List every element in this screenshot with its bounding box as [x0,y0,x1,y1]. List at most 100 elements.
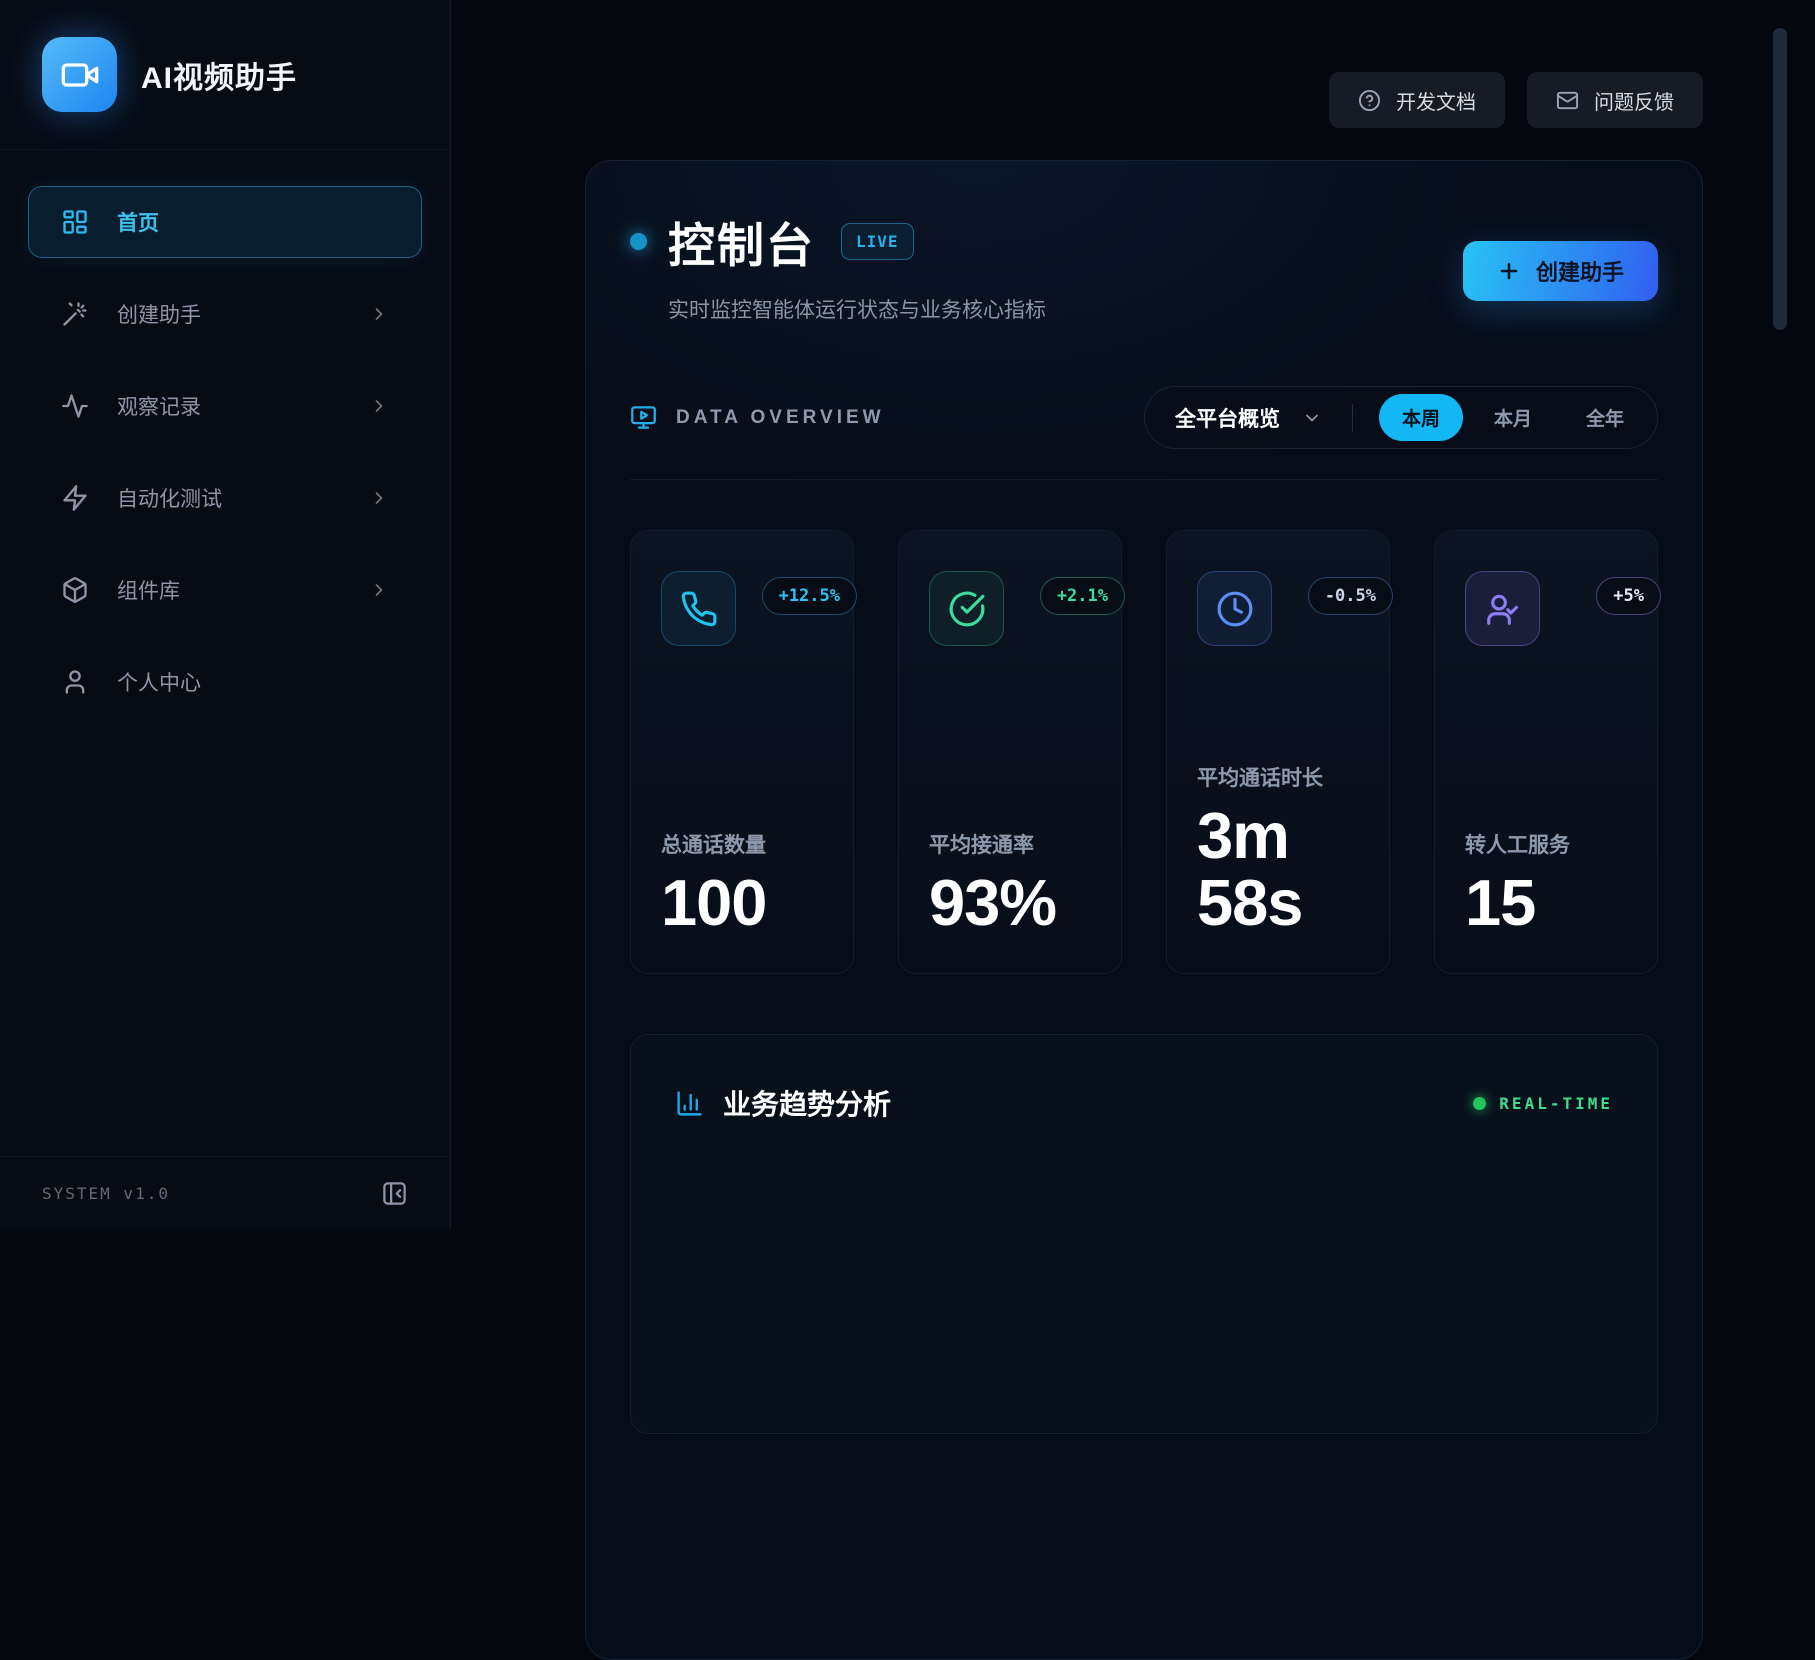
stat-label: 转人工服务 [1465,829,1627,859]
plus-icon [1497,259,1521,283]
user-check-icon-tile [1465,571,1540,646]
dev-docs-label: 开发文档 [1396,86,1476,115]
main-area: 开发文档 问题反馈 控制台 LIVE 实时监控智能体运行状态与业务核心指标 [451,0,1815,1229]
sidebar-item-personal-center[interactable]: 个人中心 [28,646,422,718]
stat-label: 平均接通率 [929,829,1091,859]
clock-icon [1216,590,1254,628]
live-badge: LIVE [841,223,914,260]
stat-label: 平均通话时长 [1197,762,1359,792]
data-overview-heading: DATA OVERVIEW [630,404,885,431]
stat-value: 100 [661,869,823,937]
create-assistant-button[interactable]: 创建助手 [1463,241,1658,301]
sidebar-item-label: 创建助手 [117,299,341,329]
sidebar-item-observation-log[interactable]: 观察记录 [28,370,422,442]
dev-docs-button[interactable]: 开发文档 [1329,72,1505,128]
sidebar-nav: 首页 创建助手 观察记录 自动化测试 组件库 [0,150,450,1156]
stat-card-human-transfer: +5% 转人工服务 15 [1434,530,1658,974]
platform-dropdown-value: 全平台概览 [1175,403,1280,433]
trend-title-group: 业务趋势分析 [675,1083,891,1123]
stat-card-bottom: 平均接通率 93% [929,829,1091,937]
stat-delta-badge: +12.5% [762,577,857,615]
chevron-right-icon [369,396,389,416]
stat-cards-row: +12.5% 总通话数量 100 +2.1% 平均接通率 93% [630,530,1658,974]
sidebar-item-label: 个人中心 [117,667,389,697]
data-overview-row: DATA OVERVIEW 全平台概览 本周 本月 全年 [630,386,1658,480]
realtime-badge: REAL-TIME [1473,1094,1613,1113]
activity-pulse-icon [61,392,89,420]
panel-collapse-icon [381,1180,408,1207]
data-overview-label: DATA OVERVIEW [676,407,885,429]
sidebar-item-create-assistant[interactable]: 创建助手 [28,278,422,350]
console-panel: 控制台 LIVE 实时监控智能体运行状态与业务核心指标 创建助手 DATA OV… [585,160,1703,1660]
sidebar-item-label: 观察记录 [117,391,341,421]
stat-card-bottom: 转人工服务 15 [1465,829,1627,937]
chevron-right-icon [369,488,389,508]
app-title: AI视频助手 [141,53,297,97]
realtime-label: REAL-TIME [1499,1094,1613,1113]
overview-controls: 全平台概览 本周 本月 全年 [1144,386,1658,449]
chevron-right-icon [369,580,389,600]
sidebar-item-component-library[interactable]: 组件库 [28,554,422,626]
sidebar-item-automation-test[interactable]: 自动化测试 [28,462,422,534]
sidebar-item-label: 自动化测试 [117,483,341,513]
feedback-label: 问题反馈 [1594,86,1674,115]
top-toolbar: 开发文档 问题反馈 [1329,72,1703,128]
sidebar: AI视频助手 首页 创建助手 观察记录 自动化测试 [0,0,451,1229]
sidebar-item-label: 首页 [117,207,389,237]
help-circle-icon [1358,89,1381,112]
sidebar-item-label: 组件库 [117,575,341,605]
page-title: 控制台 [668,207,815,276]
mail-icon [1556,89,1579,112]
realtime-status-dot [1473,1097,1486,1110]
check-circle-icon [948,590,986,628]
app-logo [42,37,117,112]
magic-wand-icon [61,300,89,328]
console-header-left: 控制台 LIVE 实时监控智能体运行状态与业务核心指标 [630,207,1046,324]
chevron-down-icon [1302,408,1322,428]
platform-dropdown[interactable]: 全平台概览 [1175,403,1322,433]
stat-label: 总通话数量 [661,829,823,859]
stat-value: 15 [1465,869,1627,937]
sidebar-footer: SYSTEM v1.0 [0,1156,450,1229]
dashboard-grid-icon [61,208,89,236]
stat-delta-badge: +2.1% [1040,577,1125,615]
tab-this-month[interactable]: 本月 [1471,394,1555,441]
app-root: AI视频助手 首页 创建助手 观察记录 自动化测试 [0,0,1815,1229]
console-header: 控制台 LIVE 实时监控智能体运行状态与业务核心指标 创建助手 [630,207,1658,324]
stat-card-avg-duration: -0.5% 平均通话时长 3m 58s [1166,530,1390,974]
collapse-sidebar-button[interactable] [381,1180,408,1207]
bar-chart-icon [675,1089,704,1118]
phone-icon [680,590,718,628]
chevron-right-icon [369,304,389,324]
check-circle-icon-tile [929,571,1004,646]
page-subtitle: 实时监控智能体运行状态与业务核心指标 [668,294,1046,324]
period-tabs: 本周 本月 全年 [1379,394,1647,441]
phone-icon-tile [661,571,736,646]
tab-full-year[interactable]: 全年 [1563,394,1647,441]
create-assistant-label: 创建助手 [1536,255,1624,287]
video-camera-icon [60,55,100,95]
trend-title: 业务趋势分析 [723,1083,891,1123]
tab-this-week[interactable]: 本周 [1379,394,1463,441]
stat-delta-badge: -0.5% [1308,577,1393,615]
stat-card-bottom: 总通话数量 100 [661,829,823,937]
user-icon [61,668,89,696]
stat-delta-badge: +5% [1596,577,1661,615]
trend-analysis-card: 业务趋势分析 REAL-TIME [630,1034,1658,1434]
trend-header: 业务趋势分析 REAL-TIME [675,1083,1613,1123]
system-version: SYSTEM v1.0 [42,1184,170,1203]
status-dot [630,233,647,250]
user-check-icon [1484,590,1522,628]
stat-value: 3m 58s [1197,802,1359,937]
sidebar-header: AI视频助手 [0,0,450,150]
stat-card-total-calls: +12.5% 总通话数量 100 [630,530,854,974]
monitor-play-icon [630,404,657,431]
scrollbar-thumb[interactable] [1773,28,1787,330]
feedback-button[interactable]: 问题反馈 [1527,72,1703,128]
lightning-zap-icon [61,484,89,512]
divider [1352,404,1353,432]
clock-icon-tile [1197,571,1272,646]
stat-value: 93% [929,869,1091,937]
sidebar-item-home[interactable]: 首页 [28,186,422,258]
cube-box-icon [61,576,89,604]
